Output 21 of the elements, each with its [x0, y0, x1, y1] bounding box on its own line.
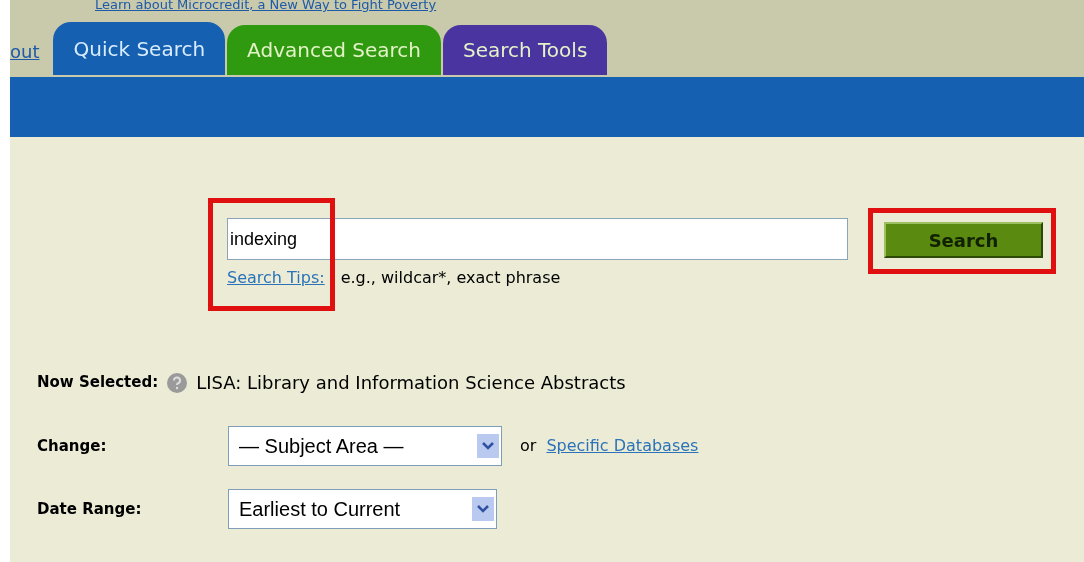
subject-area-select[interactable]: — Subject Area — — [228, 426, 502, 466]
dropdown-icon — [472, 497, 494, 521]
news-link[interactable]: Learn about Microcredit, a New Way to Fight Poverty — [95, 0, 437, 13]
nav-link[interactable]: out — [10, 38, 40, 65]
search-field[interactable]: indexing — [227, 218, 848, 260]
search-tips-link[interactable]: Search Tips: — [227, 266, 325, 290]
tips-text: e.g., wildcar*, exact phrase — [340, 267, 561, 289]
dropdown-icon — [477, 434, 499, 458]
specific-databases-link[interactable]: Specific Databases — [546, 434, 699, 458]
database-name: LISA: Library and Information Science Abstracts — [196, 371, 626, 395]
tab[interactable]: Search Tools — [442, 25, 608, 75]
tab[interactable]: Advanced Search — [227, 25, 441, 75]
help-icon — [166, 371, 189, 394]
tab[interactable]: Quick Search — [53, 22, 226, 75]
search-input[interactable]: indexing — [230, 225, 845, 253]
date-range-select[interactable]: Earliest to Current — [228, 489, 497, 529]
field-label: Now Selected: — [37, 372, 159, 394]
or-text: or — [520, 435, 537, 457]
field-label: Date Range: — [37, 498, 143, 520]
search-button[interactable]: Search — [884, 222, 1043, 258]
field-label: Change: — [37, 435, 108, 457]
